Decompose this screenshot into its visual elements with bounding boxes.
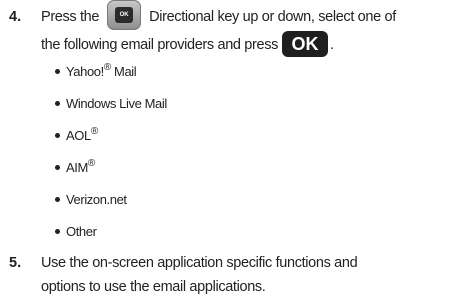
step-number: 4.: [9, 9, 22, 25]
provider-name: Windows Live Mail: [66, 96, 167, 111]
step-text: .: [330, 37, 334, 53]
list-item: Verizon.net: [55, 192, 127, 207]
provider-name: Verizon.net: [66, 192, 127, 207]
step-4-line-1: Press the OK Directional key up or down, s…: [41, 0, 396, 31]
provider-name: Other: [66, 224, 97, 239]
provider-suffix: Mail: [110, 64, 137, 79]
registered-mark: ®: [90, 125, 98, 137]
step-5-line-2: options to use the email applications.: [41, 279, 266, 295]
list-item: AIM®: [55, 157, 95, 175]
directional-key-icon: OK: [107, 0, 142, 31]
bullet-icon: [55, 197, 60, 203]
bullet-icon: [55, 69, 60, 75]
bullet-icon: [55, 165, 60, 171]
bullet-icon: [55, 229, 60, 235]
registered-mark: ®: [87, 157, 95, 169]
ok-key-icon: OK: [282, 30, 329, 57]
step-text: the following email providers and press: [41, 37, 279, 53]
step-4-line-2: the following email providers and press O…: [41, 30, 334, 58]
directional-key-label: OK: [115, 7, 134, 24]
provider-name: AIM: [66, 160, 88, 175]
step-number: 5.: [9, 255, 22, 271]
registered-mark: ®: [103, 61, 111, 73]
manual-page: 4. Press the OK Directional key up or down…: [0, 0, 474, 300]
step-5-line-1: Use the on-screen application specific f…: [41, 255, 358, 271]
list-item: Windows Live Mail: [55, 96, 167, 111]
bullet-icon: [55, 101, 60, 107]
step-text: Press the: [41, 9, 100, 25]
list-item: Yahoo!® Mail: [55, 61, 137, 79]
list-item: AOL®: [55, 125, 98, 143]
bullet-icon: [55, 133, 60, 139]
provider-name: AOL: [66, 128, 91, 143]
provider-name: Yahoo!: [66, 64, 104, 79]
list-item: Other: [55, 224, 97, 239]
step-text: Directional key up or down, select one o…: [149, 9, 396, 25]
